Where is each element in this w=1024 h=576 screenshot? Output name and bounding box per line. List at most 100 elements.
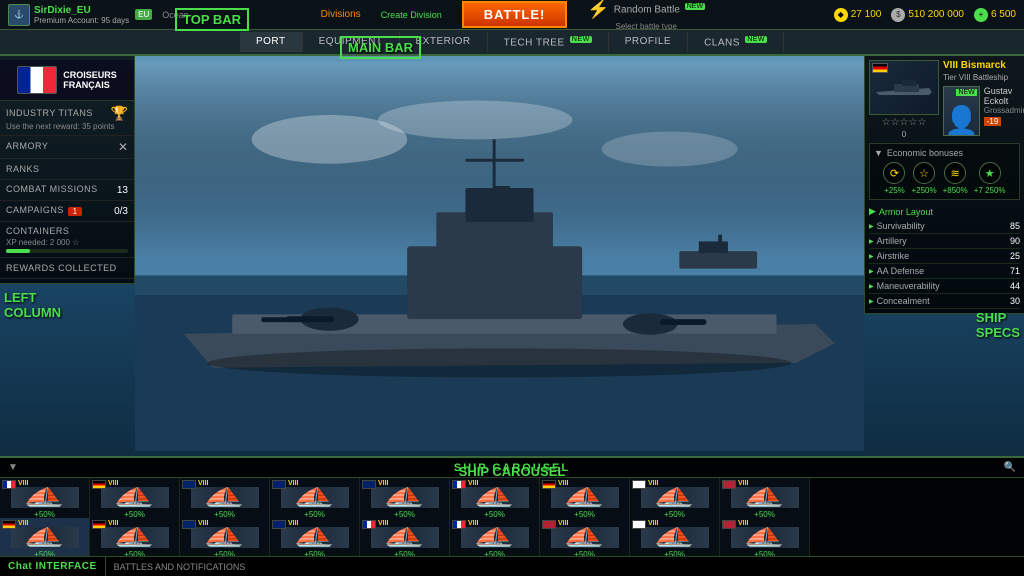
- rewards-collected-section[interactable]: REWARDS COLLECTED: [0, 258, 134, 279]
- player-avatar: ⚓: [8, 4, 30, 26]
- ship-card-hipper[interactable]: VIII ⛵ +50% HIPPER: [0, 478, 90, 518]
- ship-card-img-hsienyang: ⛵: [641, 487, 709, 508]
- ranks-section[interactable]: RANKS: [0, 159, 134, 180]
- ship-card-tier-bismarck: VIII: [18, 520, 29, 527]
- ship-card-boost-r1-9: +50%: [754, 510, 775, 518]
- ship-card-tier-parseval: VIII: [108, 520, 119, 527]
- eco-item-4: ★ +7 250%: [974, 162, 1006, 195]
- ship-card-flag-r2-9: [722, 520, 736, 529]
- stat-airstrike[interactable]: Airstrike 25: [869, 249, 1020, 264]
- ship-card-flag-harbin: [632, 520, 646, 529]
- clans-badge: NEW: [745, 36, 767, 43]
- captain-silhouette-icon: 👤: [944, 107, 979, 135]
- ship-card-tier-hsienyang: VIII: [648, 480, 659, 487]
- ship-card-tier-charles-martel: VIII: [468, 480, 479, 487]
- star-4: ☆: [908, 117, 917, 128]
- ship-card-tier-zieten: VIII: [108, 480, 119, 487]
- nav-exterior[interactable]: EXTERIOR: [400, 32, 488, 52]
- stat-concealment[interactable]: Concealment 30: [869, 294, 1020, 309]
- industry-titans-section[interactable]: INDUSTRY TITANS 🏆 Use the next reward: 3…: [0, 101, 134, 136]
- campaigns-section[interactable]: CAMPAIGNS 1 0/3: [0, 201, 134, 222]
- ship-card-boost-charles-martel: +50%: [484, 510, 505, 518]
- ship-card-veneto[interactable]: VIII ⛵ +50% V. VENETO: [540, 518, 630, 558]
- ship-card-charles-martel[interactable]: VIII ⛵ +50% CHARLES MARTEL: [450, 478, 540, 518]
- ship-card-flag-amalfi: [542, 480, 556, 489]
- containers-sub: XP needed: 2 000 ☆: [6, 238, 128, 247]
- star-2: ☆: [891, 117, 900, 128]
- faction-banner: CROISEURS FRANÇAIS: [0, 60, 134, 101]
- stat-artillery[interactable]: Artillery 90: [869, 234, 1020, 249]
- ship-card-img-albemarle: ⛵: [191, 527, 259, 548]
- combat-missions-value: 13: [117, 185, 128, 196]
- nav-port[interactable]: PORT: [240, 32, 303, 52]
- divisions-button[interactable]: Divisions: [321, 9, 361, 20]
- ship-card-lightning[interactable]: VIII ⛵ +50% LIGHTNING: [180, 478, 270, 518]
- nav-clans[interactable]: CLANS NEW: [688, 32, 784, 52]
- ship-card-img-bismarck: ⛵: [11, 527, 79, 548]
- combat-missions-section[interactable]: COMBAT MISSIONS 13: [0, 180, 134, 201]
- region-label-ship-specs: SHIPSPECS: [976, 310, 1020, 340]
- ship-card-edinburgh[interactable]: VIII ⛵ +50% EDINBURGH: [270, 478, 360, 518]
- ship-xp: 0: [869, 130, 939, 139]
- armory-section[interactable]: ARMORY ✕: [0, 136, 134, 159]
- stat-aa-defense[interactable]: AA Defense 71: [869, 264, 1020, 279]
- ship-card-albemarle[interactable]: VIII ⛵ +50% ALBEMARLE: [180, 518, 270, 558]
- eco-item-2: ☆ +250%: [911, 162, 936, 195]
- ship-card-zieten[interactable]: VIII ⛵ +50% ZIETEN: [90, 478, 180, 518]
- doubloon-amount: 27 100: [851, 9, 882, 20]
- eco-item-1: ⟳ +25%: [883, 162, 905, 195]
- french-flag: [17, 66, 57, 94]
- nav-tech-tree[interactable]: TECH TREE NEW: [488, 32, 609, 52]
- ship-card-img-implacable: ⛵: [371, 487, 439, 508]
- ship-card-bismarck[interactable]: VIII ⛵ +50% BISMARCK: [0, 518, 90, 558]
- ship-card-parseval[interactable]: VIII ⛵ +50% A. PARSEVAL: [90, 518, 180, 558]
- ship-card-img-richelieu: ⛵: [461, 527, 529, 548]
- stat-artillery-label: Artillery: [869, 236, 907, 246]
- ship-card-monarch[interactable]: VIII ⛵ +50% MONARCH: [270, 518, 360, 558]
- stat-maneuverability[interactable]: Maneuverability 44: [869, 279, 1020, 294]
- eco-value-4: +7 250%: [974, 186, 1006, 195]
- ship-card-r2-9[interactable]: VIII ⛵ +50%: [720, 518, 810, 558]
- battle-button[interactable]: BATTLE!: [462, 1, 568, 28]
- ship-card-fantasque[interactable]: VIII ⛵ +50% LE FANTASQUE: [360, 518, 450, 558]
- economic-bonuses: ▼ Economic bonuses ⟳ +25% ☆ +250% ≋ +850…: [869, 143, 1020, 200]
- stat-airstrike-label: Airstrike: [869, 251, 909, 261]
- ship-card-r1-9[interactable]: VIII ⛵ +50%: [720, 478, 810, 518]
- ship-card-harbin[interactable]: VIII ⛵ +50% HARBIN: [630, 518, 720, 558]
- ship-card-tier-edinburgh: VIII: [288, 480, 299, 487]
- eco-header[interactable]: ▼ Economic bonuses: [874, 148, 1015, 158]
- chat-interface-button[interactable]: Chat INTERFACE: [0, 557, 106, 576]
- ship-card-tier-monarch: VIII: [288, 520, 299, 527]
- ship-card-flag-monarch: [272, 520, 286, 529]
- stat-aa-value: 71: [1010, 266, 1020, 276]
- ship-card-flag-albemarle: [182, 520, 196, 529]
- ship-card-amalfi[interactable]: VIII ⛵ +50% AMALFI: [540, 478, 630, 518]
- ui-overlay: ⚓ SirDixie_EU Premium Account: 95 days E…: [0, 0, 1024, 576]
- credits-display: $ 510 200 000: [891, 8, 964, 22]
- ship-card-implacable[interactable]: VIII ⛵ +50% IMPLACABLE: [360, 478, 450, 518]
- ship-card-flag-lightning: [182, 480, 196, 489]
- industry-titans-label: INDUSTRY TITANS: [6, 108, 93, 118]
- ship-stats: Survivability 85 Artillery 90 Airstrike …: [869, 219, 1020, 309]
- ship-card-boost-implacable: +50%: [394, 510, 415, 518]
- left-panel: CROISEURS FRANÇAIS INDUSTRY TITANS 🏆 Use…: [0, 56, 135, 284]
- ship-thumbnail-area: ☆ ☆ ☆ ☆ ☆ 0: [869, 60, 939, 139]
- nav-profile[interactable]: PROFILE: [609, 32, 688, 52]
- ship-card-tier-fantasque: VIII: [378, 520, 389, 527]
- eco-icon-credits: ≋: [944, 162, 966, 184]
- carousel-row-2: VIII ⛵ +50% BISMARCK VIII ⛵ +50% A. PARS…: [0, 518, 1024, 558]
- random-battle-label[interactable]: Random Battle NEW: [614, 3, 705, 15]
- ship-card-richelieu[interactable]: VIII ⛵ +50% RICHELIEU: [450, 518, 540, 558]
- ship-card-hsienyang[interactable]: VIII ⛵ +50% HSIENYANG: [630, 478, 720, 518]
- ship-card-flag-bismarck: [2, 520, 16, 529]
- ship-card-img-edinburgh: ⛵: [281, 487, 349, 508]
- stat-survivability[interactable]: Survivability 85: [869, 219, 1020, 234]
- industry-titans-icon: 🏆: [111, 105, 128, 122]
- armor-layout-button[interactable]: ▶ Armor Layout: [869, 204, 1020, 219]
- search-icon[interactable]: 🔍: [1004, 462, 1016, 473]
- nav-equipment[interactable]: EQUIPMENT: [303, 32, 400, 52]
- containers-section[interactable]: CONTAINERS XP needed: 2 000 ☆: [0, 222, 134, 258]
- combat-missions-label: COMBAT MISSIONS: [6, 184, 98, 194]
- filter-icon[interactable]: ▼: [8, 462, 18, 473]
- bottom-section: ▼ SHIP CAROUSEL 🔍 VIII ⛵ +50% HIPPER VII…: [0, 456, 1024, 576]
